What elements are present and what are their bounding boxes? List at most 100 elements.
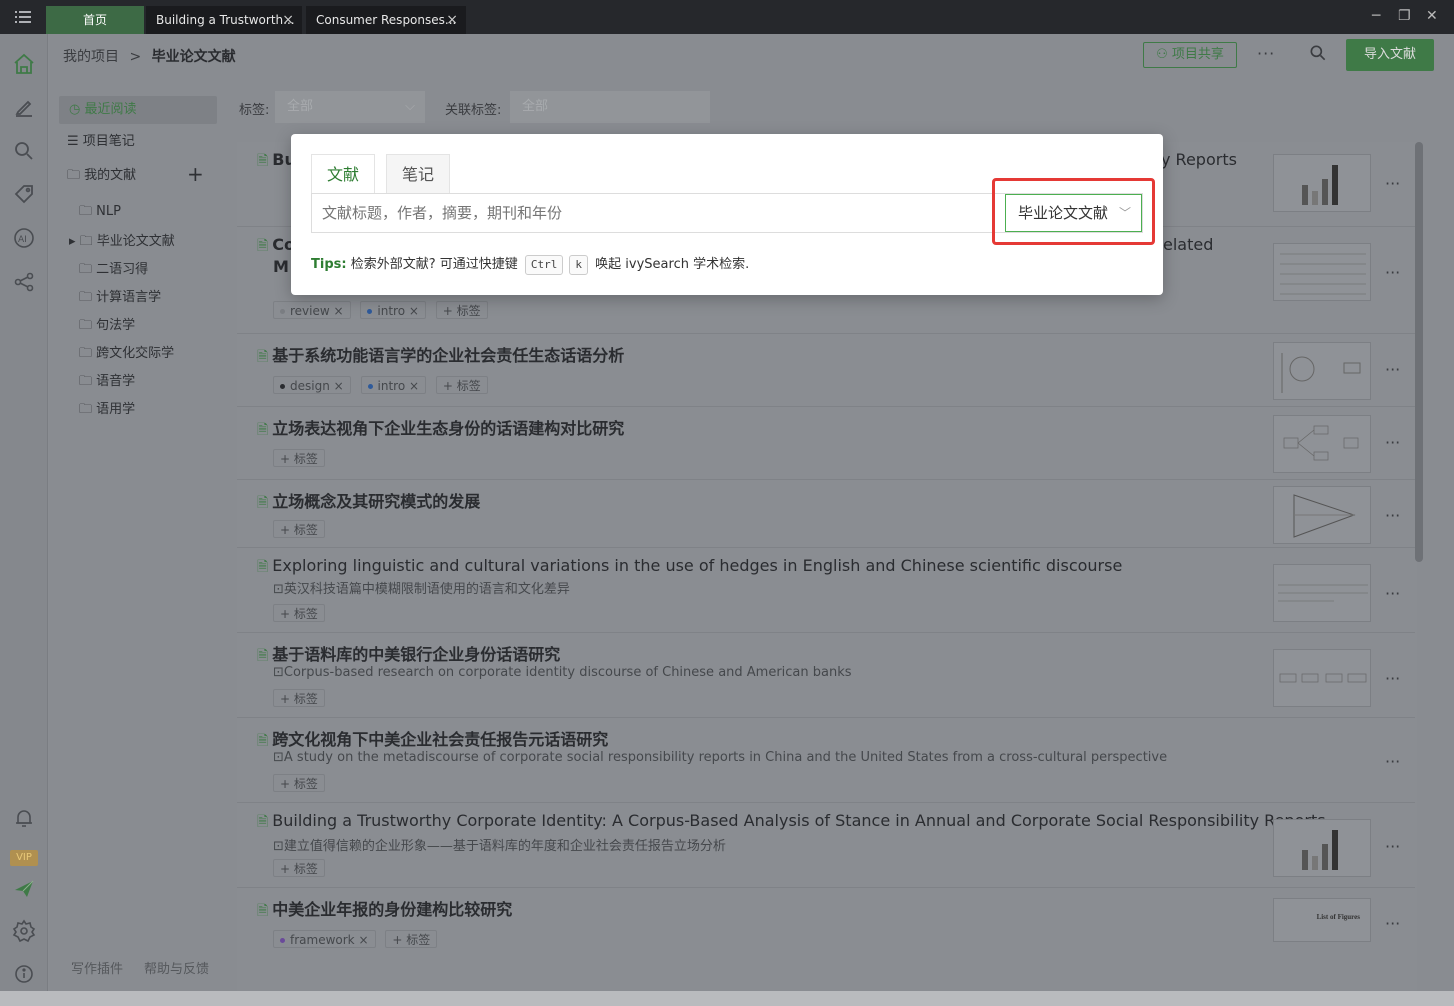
tag-chip[interactable]: intro ×	[360, 301, 426, 319]
project-share-button[interactable]: ⚇ 项目共享	[1143, 42, 1237, 68]
menu-icon[interactable]	[14, 9, 32, 25]
add-tag-button[interactable]: + 标签	[435, 376, 488, 394]
rel-tag-select[interactable]: 全部	[510, 91, 710, 123]
tab-home[interactable]: 首页	[46, 6, 144, 34]
more-icon[interactable]: ···	[1385, 669, 1400, 688]
home-icon[interactable]	[12, 52, 36, 76]
more-icon[interactable]: ···	[1385, 752, 1400, 771]
list-scrollbar[interactable]	[1415, 142, 1423, 562]
list-item[interactable]: 🗎 基于系统功能语言学的企业社会责任生态话语分析 design × intro ×…	[237, 334, 1415, 407]
doc-title[interactable]: 🗎 Exploring linguistic and cultural varia…	[257, 556, 1122, 580]
doc-thumbnail[interactable]	[1273, 243, 1371, 301]
sidebar-item-my-docs[interactable]: 🗀 我的文献	[67, 162, 136, 190]
list-item[interactable]: 🗎 立场概念及其研究模式的发展 + 标签 ···	[237, 480, 1415, 548]
import-button[interactable]: 导入文献	[1346, 39, 1434, 71]
window-close-icon[interactable]: ✕	[1426, 8, 1438, 24]
doc-thumbnail[interactable]: List of Figures	[1273, 898, 1371, 942]
doc-thumbnail[interactable]	[1273, 154, 1371, 212]
breadcrumb-current: 毕业论文文献	[151, 49, 236, 65]
tab-docs[interactable]: 文献	[311, 154, 375, 194]
tag-chip[interactable]: framework ×	[273, 930, 376, 948]
ai-icon[interactable]: AI	[12, 226, 36, 250]
list-item[interactable]: 🗎 Exploring linguistic and cultural varia…	[237, 548, 1415, 633]
writing-plugin-link[interactable]: 写作插件	[71, 958, 123, 977]
more-icon[interactable]: ···	[1385, 263, 1400, 282]
more-icon[interactable]: ···	[1385, 174, 1400, 193]
add-tag-button[interactable]: + 标签	[273, 859, 325, 877]
doc-title[interactable]: 🗎 基于系统功能语言学的企业社会责任生态话语分析	[257, 342, 624, 370]
folder-pragmatics[interactable]: 🗀 语用学	[79, 398, 135, 422]
more-options-icon[interactable]: ···	[1257, 44, 1275, 63]
info-icon[interactable]	[12, 962, 36, 986]
add-tag-button[interactable]: + 标签	[273, 449, 325, 467]
svg-text:AI: AI	[18, 235, 27, 245]
tab-building[interactable]: Building a Trustworth... ×	[146, 6, 302, 34]
add-tag-button[interactable]: + 标签	[273, 520, 325, 538]
folder-sla[interactable]: 🗀 二语习得	[79, 258, 148, 282]
doc-thumbnail[interactable]	[1273, 415, 1371, 473]
add-tag-button[interactable]: + 标签	[273, 689, 325, 707]
doc-thumbnail[interactable]	[1273, 486, 1371, 544]
folder-nlp[interactable]: 🗀 NLP	[79, 202, 121, 224]
more-icon[interactable]: ···	[1385, 360, 1400, 379]
tag-icon[interactable]	[12, 182, 36, 206]
tag-row: + 标签	[273, 520, 331, 538]
share-label: 项目共享	[1171, 47, 1224, 62]
help-feedback-link[interactable]: 帮助与反馈	[144, 958, 209, 977]
tag-chip[interactable]: review ×	[273, 301, 351, 319]
tab-consumer[interactable]: Consumer Responses... ×	[306, 6, 466, 34]
tag-chip[interactable]: design ×	[273, 376, 351, 394]
sidebar-item-notes[interactable]: ☰ 项目笔记	[67, 128, 135, 156]
doc-thumbnail[interactable]	[1273, 342, 1371, 400]
more-icon[interactable]: ···	[1385, 506, 1400, 525]
breadcrumb-root[interactable]: 我的项目	[63, 49, 119, 65]
doc-title[interactable]: 🗎 立场表达视角下企业生态身份的话语建构对比研究	[257, 415, 624, 443]
doc-thumbnail[interactable]	[1273, 819, 1371, 877]
folder-thesis[interactable]: ▸ 🗀 毕业论文文献	[69, 230, 175, 254]
close-icon[interactable]: ×	[282, 6, 294, 34]
more-icon[interactable]: ···	[1385, 584, 1400, 603]
close-icon[interactable]: ×	[446, 6, 458, 34]
plane-icon[interactable]	[12, 877, 36, 901]
sidebar-item-recent[interactable]: ◷ 最近阅读	[59, 96, 217, 124]
add-tag-button[interactable]: + 标签	[435, 301, 488, 319]
list-item[interactable]: 🗎 Building a Trustworthy Corporate Identi…	[237, 803, 1415, 888]
tag-chip[interactable]: intro ×	[360, 376, 427, 394]
list-item[interactable]: 🗎 基于语料库的中美银行企业身份话语研究 ⊡Corpus-based resear…	[237, 633, 1415, 718]
search-icon[interactable]	[12, 139, 36, 163]
add-tag-button[interactable]: + 标签	[273, 604, 325, 622]
tab-notes[interactable]: 笔记	[386, 154, 450, 194]
add-tag-button[interactable]: + 标签	[273, 774, 325, 792]
restore-icon[interactable]: ❐	[1398, 8, 1411, 24]
doc-thumbnail[interactable]	[1273, 564, 1371, 622]
list-item[interactable]: 🗎 跨文化视角下中美企业社会责任报告元话语研究 ⊡A study on the m…	[237, 718, 1415, 803]
tag-filter-select[interactable]: 全部 ⌵	[275, 91, 425, 123]
folder-label: 计算语言学	[96, 290, 162, 305]
vip-badge[interactable]: VIP	[10, 850, 38, 866]
more-icon[interactable]: ···	[1385, 433, 1400, 452]
bell-icon[interactable]	[12, 806, 36, 830]
folder-phonetics[interactable]: 🗀 语音学	[79, 370, 135, 394]
project-sidebar: ◷ 最近阅读 ☰ 项目笔记 🗀 我的文献 + 🗀 NLP ▸ 🗀 毕业论文文献 …	[49, 90, 237, 990]
more-icon[interactable]: ···	[1385, 837, 1400, 856]
doc-title[interactable]: 🗎 立场概念及其研究模式的发展	[257, 488, 480, 516]
folder-intercultural[interactable]: 🗀 跨文化交际学	[79, 342, 174, 366]
more-icon[interactable]: ···	[1385, 914, 1400, 933]
folder-label: 毕业论文文献	[96, 234, 175, 249]
share-icon[interactable]	[12, 270, 36, 294]
doc-subtitle: ⊡Corpus-based research on corporate iden…	[273, 665, 852, 680]
add-folder-icon[interactable]: +	[187, 160, 204, 188]
list-item[interactable]: 🗎 中美企业年报的身份建构比较研究 framework × + 标签 List o…	[237, 888, 1415, 992]
doc-title[interactable]: 🗎 Co	[257, 235, 295, 259]
minimize-icon[interactable]: ─	[1372, 8, 1380, 24]
doc-title[interactable]: 🗎 Building a Trustworthy Corporate Identi…	[257, 811, 1326, 835]
list-item[interactable]: 🗎 立场表达视角下企业生态身份的话语建构对比研究 + 标签 ···	[237, 407, 1415, 480]
doc-thumbnail[interactable]	[1273, 649, 1371, 707]
folder-syntax[interactable]: 🗀 句法学	[79, 314, 135, 338]
doc-title[interactable]: 🗎 中美企业年报的身份建构比较研究	[257, 896, 512, 924]
header-search-icon[interactable]	[1308, 43, 1328, 63]
settings-icon[interactable]	[12, 919, 36, 943]
add-tag-button[interactable]: + 标签	[385, 930, 438, 948]
folder-cl[interactable]: 🗀 计算语言学	[79, 286, 161, 310]
edit-icon[interactable]	[12, 96, 36, 120]
